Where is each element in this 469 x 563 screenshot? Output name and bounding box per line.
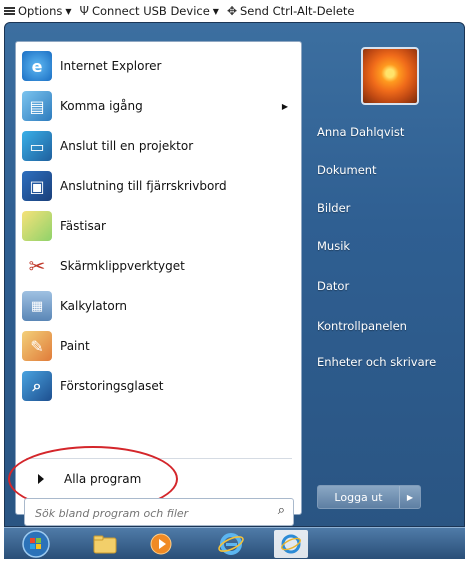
right-item-control-panel[interactable]: Kontrollpanelen xyxy=(317,319,407,339)
send-ctrl-alt-delete-button[interactable]: ✥ Send Ctrl-Alt-Delete xyxy=(227,4,355,18)
program-item-paint[interactable]: ✎ Paint xyxy=(22,328,294,364)
program-item-remote-desktop[interactable]: ▣ Anslutning till fjärrskrivbord xyxy=(22,168,294,204)
search-input[interactable] xyxy=(33,503,262,523)
internet-explorer-icon xyxy=(218,533,244,555)
taskbar-active-window-button[interactable] xyxy=(274,530,308,558)
remote-session-toolbar: Options ▼ Ψ Connect USB Device ▼ ✥ Send … xyxy=(0,0,469,22)
avatar[interactable] xyxy=(361,47,419,105)
right-item-music[interactable]: Musik xyxy=(317,239,350,259)
program-label: Anslutning till fjärrskrivbord xyxy=(60,179,227,193)
search-icon[interactable]: ⌕ xyxy=(278,503,285,518)
calculator-icon: ▦ xyxy=(22,291,52,321)
program-label: Fästisar xyxy=(60,219,106,233)
right-item-devices-printers[interactable]: Enheter och skrivare xyxy=(317,355,436,375)
right-item-documents[interactable]: Dokument xyxy=(317,163,377,183)
send-ctrl-alt-delete-label: Send Ctrl-Alt-Delete xyxy=(240,4,355,18)
logoff-button[interactable]: Logga ut ▶ xyxy=(317,485,421,509)
program-label: Internet Explorer xyxy=(60,59,162,73)
options-menu[interactable]: Options ▼ xyxy=(4,4,72,18)
taskbar-media-player-button[interactable] xyxy=(144,530,178,558)
projector-icon: ▭ xyxy=(22,131,52,161)
right-item-pictures[interactable]: Bilder xyxy=(317,201,350,221)
program-item-getting-started[interactable]: ▤ Komma igång ▶ xyxy=(22,88,294,124)
program-item-magnifier[interactable]: ⌕ Förstoringsglaset xyxy=(22,368,294,404)
remote-desktop-icon: ▣ xyxy=(22,171,52,201)
program-label: Paint xyxy=(60,339,90,353)
start-menu: e Internet Explorer ▤ Komma igång ▶ ▭ An… xyxy=(4,22,465,527)
taskbar-explorer-button[interactable] xyxy=(88,530,122,558)
chevron-down-icon: ▼ xyxy=(65,6,72,16)
search-box[interactable]: ⌕ xyxy=(24,498,294,526)
chevron-down-icon: ▼ xyxy=(212,6,219,16)
expand-arrow-icon xyxy=(38,474,44,484)
program-item-internet-explorer[interactable]: e Internet Explorer xyxy=(22,48,294,84)
program-label: Skärmklippverktyget xyxy=(60,259,185,273)
program-item-sticky-notes[interactable]: Fästisar xyxy=(22,208,294,244)
program-label: Kalkylatorn xyxy=(60,299,128,313)
connect-usb-label: Connect USB Device xyxy=(91,4,210,18)
magnifier-icon: ⌕ xyxy=(22,371,52,401)
usb-icon: Ψ xyxy=(79,4,89,18)
snipping-tool-icon: ✂ xyxy=(22,251,52,281)
logoff-label: Logga ut xyxy=(334,490,383,504)
internet-explorer-icon: e xyxy=(22,51,52,81)
taskbar xyxy=(4,527,465,559)
all-programs-button[interactable]: Alla program xyxy=(24,464,224,494)
program-label: Komma igång xyxy=(60,99,143,113)
options-label: Options xyxy=(18,4,63,18)
taskbar-internet-explorer-button[interactable] xyxy=(214,530,248,558)
program-item-calculator[interactable]: ▦ Kalkylatorn xyxy=(22,288,294,324)
keyboard-keys-icon: ✥ xyxy=(226,4,237,18)
explorer-folder-icon xyxy=(93,535,117,554)
paint-icon: ✎ xyxy=(22,331,52,361)
right-item-computer[interactable]: Dator xyxy=(317,279,349,299)
program-label: Förstoringsglaset xyxy=(60,379,164,393)
programs-panel: e Internet Explorer ▤ Komma igång ▶ ▭ An… xyxy=(8,41,302,526)
active-window-icon xyxy=(281,534,301,554)
shutdown-options-arrow-icon[interactable]: ▶ xyxy=(400,486,420,508)
media-player-icon xyxy=(150,533,172,555)
right-item-user[interactable]: Anna Dahlqvist xyxy=(317,125,404,145)
menu-icon xyxy=(4,7,15,15)
sticky-notes-icon xyxy=(22,211,52,241)
start-button[interactable] xyxy=(18,530,54,558)
connect-usb-menu[interactable]: Ψ Connect USB Device ▼ xyxy=(80,4,219,18)
start-orb-icon xyxy=(22,530,50,558)
program-item-snipping-tool[interactable]: ✂ Skärmklippverktyget xyxy=(22,248,294,284)
program-item-projector[interactable]: ▭ Anslut till en projektor xyxy=(22,128,294,164)
program-label: Anslut till en projektor xyxy=(60,139,194,153)
submenu-arrow-icon: ▶ xyxy=(281,101,288,111)
getting-started-icon: ▤ xyxy=(22,91,52,121)
all-programs-label: Alla program xyxy=(64,472,142,486)
